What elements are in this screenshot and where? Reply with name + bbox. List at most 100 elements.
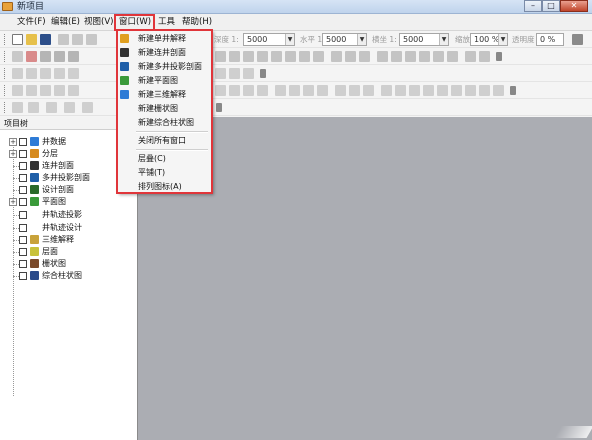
align-icon[interactable] [479,51,490,62]
tree-checkbox[interactable] [19,236,27,244]
shape-icon[interactable] [215,68,226,79]
shape-icon[interactable] [54,85,65,96]
open-folder-icon[interactable] [26,34,37,45]
fill-icon[interactable] [64,102,75,113]
toolbar-grip[interactable] [4,68,7,79]
paste-icon[interactable] [86,34,97,45]
draw-icon[interactable] [54,68,65,79]
toolbar-grip[interactable] [4,34,7,45]
align-icon[interactable] [405,51,416,62]
depth-scale-combo[interactable]: 5000 ▼ [243,33,295,46]
tool-icon[interactable] [257,51,268,62]
chart-tool-icon[interactable] [465,85,476,96]
chart-tool-icon[interactable] [437,85,448,96]
transparency-combo[interactable]: 0 % [536,33,564,46]
shape-icon[interactable] [68,85,79,96]
expand-icon[interactable]: + [9,138,17,146]
settings-icon[interactable] [572,34,583,45]
chart-tool-icon[interactable] [409,85,420,96]
align-icon[interactable] [377,51,388,62]
toolbar-overflow-icon[interactable] [260,69,266,78]
tool-icon[interactable] [243,51,254,62]
chart-tool-icon[interactable] [349,85,360,96]
chart-tool-icon[interactable] [215,85,226,96]
zoom-combo[interactable]: 100 % ▼ [470,33,508,46]
expand-icon[interactable]: + [9,198,17,206]
line-style-icon[interactable] [12,102,23,113]
chart-tool-icon[interactable] [395,85,406,96]
tool-icon[interactable] [299,51,310,62]
toolbar-overflow-icon[interactable] [216,103,222,112]
draw-icon[interactable] [68,68,79,79]
horizontal-scale-combo[interactable]: 5000 ▼ [322,33,367,46]
layout-icon[interactable] [68,51,79,62]
chart-tool-icon[interactable] [317,85,328,96]
save-icon[interactable] [40,34,51,45]
chart-tool-icon[interactable] [363,85,374,96]
menu-edit[interactable]: 编辑(E) [49,16,82,29]
menu-help[interactable]: 帮助(H) [180,16,214,29]
tool-icon[interactable] [285,51,296,62]
tree-checkbox[interactable] [19,186,27,194]
chart-tool-icon[interactable] [303,85,314,96]
shape-icon[interactable] [229,68,240,79]
tree-checkbox[interactable] [19,162,27,170]
menu-tools[interactable]: 工具 [156,16,177,29]
align-icon[interactable] [433,51,444,62]
tool-icon[interactable] [331,51,342,62]
line-style-icon[interactable] [28,102,39,113]
draw-icon[interactable] [26,68,37,79]
fill-icon[interactable] [46,102,57,113]
copy-icon[interactable] [72,34,83,45]
menu-view[interactable]: 视图(V) [82,16,115,29]
coord-scale-combo[interactable]: 5000 ▼ [399,33,449,46]
tree-checkbox[interactable] [19,198,27,206]
shape-icon[interactable] [40,85,51,96]
chevron-down-icon[interactable]: ▼ [498,34,507,45]
chart-tool-icon[interactable] [243,85,254,96]
tool-icon[interactable] [229,51,240,62]
tree-checkbox[interactable] [19,150,27,158]
menu-file[interactable]: 文件(F) [15,16,48,29]
tool-icon[interactable] [359,51,370,62]
pointer-icon[interactable] [12,85,23,96]
align-icon[interactable] [447,51,458,62]
maximize-button[interactable]: □ [542,0,560,12]
align-icon[interactable] [419,51,430,62]
chart-tool-icon[interactable] [451,85,462,96]
chevron-down-icon[interactable]: ▼ [285,34,294,45]
draw-icon[interactable] [40,68,51,79]
chart-tool-icon[interactable] [493,85,504,96]
tree-checkbox[interactable] [19,260,27,268]
chart-tool-icon[interactable] [335,85,346,96]
shape-icon[interactable] [243,68,254,79]
expand-icon[interactable]: + [9,150,17,158]
new-file-icon[interactable] [12,34,23,45]
tool-icon[interactable] [345,51,356,62]
toolbar-grip[interactable] [4,85,7,96]
tool-icon[interactable] [271,51,282,62]
chart-tool-icon[interactable] [257,85,268,96]
close-button[interactable]: ✕ [560,0,588,12]
minimize-button[interactable]: – [524,0,542,12]
toolbar-overflow-icon[interactable] [510,86,516,95]
text-icon[interactable] [82,102,93,113]
chart-tool-icon[interactable] [479,85,490,96]
chart-tool-icon[interactable] [275,85,286,96]
chart-tool-icon[interactable] [381,85,392,96]
toolbar-grip[interactable] [4,102,7,113]
zoom-icon[interactable] [12,51,23,62]
chart-tool-icon[interactable] [289,85,300,96]
layout-icon[interactable] [54,51,65,62]
tree-checkbox[interactable] [19,174,27,182]
layout-icon[interactable] [40,51,51,62]
align-icon[interactable] [465,51,476,62]
align-icon[interactable] [391,51,402,62]
toolbar-overflow-icon[interactable] [496,52,502,61]
tree-checkbox[interactable] [19,211,27,219]
delete-icon[interactable] [26,51,37,62]
draw-icon[interactable] [12,68,23,79]
chart-tool-icon[interactable] [423,85,434,96]
chevron-down-icon[interactable]: ▼ [439,34,448,45]
toolbar-grip[interactable] [4,51,7,62]
